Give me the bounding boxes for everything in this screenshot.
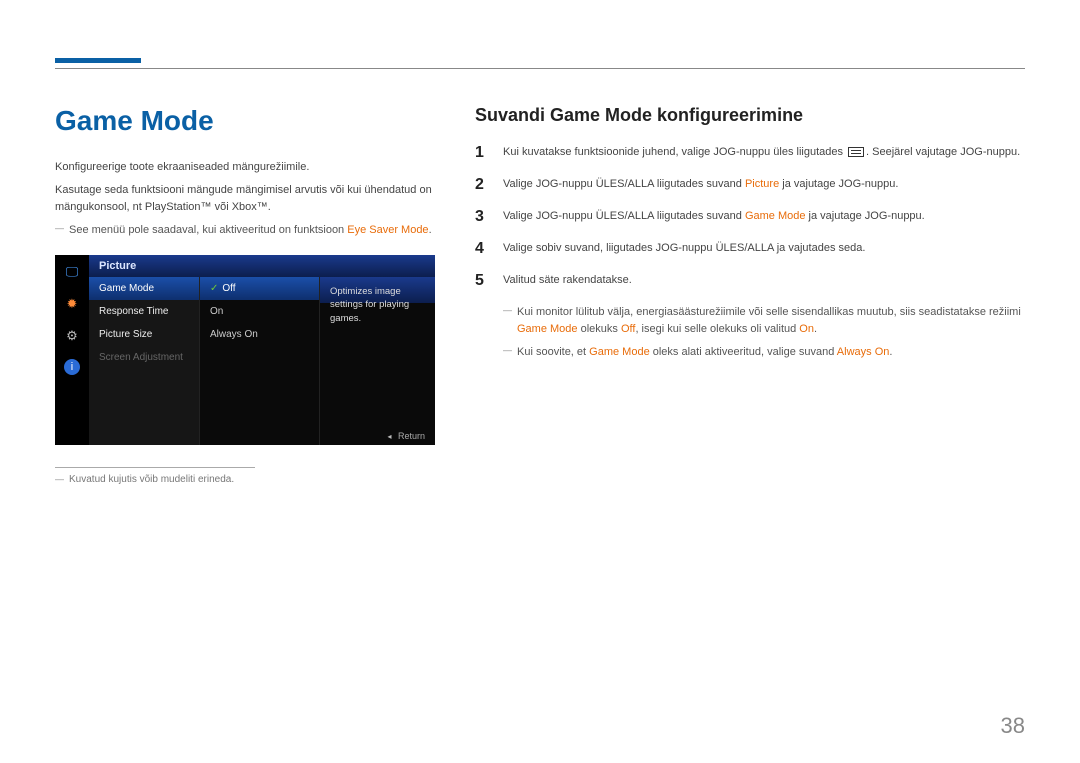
gear-icon: ⚙ xyxy=(63,327,81,345)
section-heading: Game Mode xyxy=(55,105,435,137)
step-highlight: Picture xyxy=(745,178,779,190)
osd-menu-item: Screen Adjustment xyxy=(89,346,199,369)
two-column-layout: Game Mode Konfigureerige toote ekraanise… xyxy=(55,105,1025,485)
intro-paragraph-2: Kasutage seda funktsiooni mängude mängim… xyxy=(55,182,435,216)
step-text: Valige sobiv suvand, liigutades JOG-nupp… xyxy=(503,240,1025,257)
accent-bar xyxy=(55,58,141,63)
step-3: 3 Valige JOG-nuppu ÜLES/ALLA liigutades … xyxy=(475,208,1025,226)
image-disclaimer: Kuvatud kujutis võib mudeliti erineda. xyxy=(55,474,435,485)
step-fragment: . Seejärel vajutage JOG-nuppu. xyxy=(866,146,1020,158)
step-number: 4 xyxy=(475,240,489,258)
note-highlight: Always On xyxy=(837,346,890,358)
note-highlight: On xyxy=(799,323,814,335)
osd-value-item: On xyxy=(200,300,319,323)
note-highlight: Game Mode xyxy=(589,346,650,358)
note-text-post: . xyxy=(429,224,432,236)
osd-menu-item: Game Mode xyxy=(89,277,199,300)
note-fragment: olekuks xyxy=(578,323,621,335)
document-page: Game Mode Konfigureerige toote ekraanise… xyxy=(0,0,1080,515)
osd-value-list: ✓ Off On Always On xyxy=(199,277,319,445)
osd-sidebar-icons: 🖵 ✹ ⚙ i xyxy=(55,255,89,445)
availability-note: See menüü pole saadaval, kui aktiveeritu… xyxy=(55,222,435,239)
step-number: 3 xyxy=(475,208,489,226)
note-highlight: Game Mode xyxy=(517,323,578,335)
step-fragment: Valige JOG-nuppu ÜLES/ALLA liigutades su… xyxy=(503,178,745,190)
power-off-note: Kui monitor lülitub välja, energiasäästu… xyxy=(503,304,1025,338)
osd-value-item: Always On xyxy=(200,323,319,346)
step-4: 4 Valige sobiv suvand, liigutades JOG-nu… xyxy=(475,240,1025,258)
step-fragment: Valige JOG-nuppu ÜLES/ALLA liigutades su… xyxy=(503,210,745,222)
osd-body: Picture Game Mode Response Time Picture … xyxy=(89,255,435,445)
right-notes-block: Kui monitor lülitub välja, energiasäästu… xyxy=(475,304,1025,361)
note-highlight: Off xyxy=(621,323,635,335)
step-fragment: ja vajutage JOG-nuppu. xyxy=(779,178,898,190)
osd-menu-list: Game Mode Response Time Picture Size Scr… xyxy=(89,277,199,445)
step-text: Valitud säte rakendatakse. xyxy=(503,272,1025,289)
step-number: 2 xyxy=(475,176,489,194)
info-icon: i xyxy=(64,359,80,375)
step-2: 2 Valige JOG-nuppu ÜLES/ALLA liigutades … xyxy=(475,176,1025,194)
step-text: Valige JOG-nuppu ÜLES/ALLA liigutades su… xyxy=(503,208,1025,225)
osd-value-label: Off xyxy=(222,283,235,294)
note-fragment: . xyxy=(889,346,892,358)
note-fragment: Kui soovite, et xyxy=(517,346,589,358)
osd-columns: Game Mode Response Time Picture Size Scr… xyxy=(89,277,435,445)
step-5: 5 Valitud säte rakendatakse. xyxy=(475,272,1025,290)
note-fragment: Kui monitor lülitub välja, energiasäästu… xyxy=(517,306,1021,318)
osd-footer: ◂ Return xyxy=(387,431,425,441)
subsection-heading: Suvandi Game Mode konfigureerimine xyxy=(475,105,1025,126)
steps-list: 1 Kui kuvatakse funktsioonide juhend, va… xyxy=(475,144,1025,290)
step-number: 5 xyxy=(475,272,489,290)
footnote-separator xyxy=(55,467,255,468)
step-1: 1 Kui kuvatakse funktsioonide juhend, va… xyxy=(475,144,1025,162)
note-text-pre: See menüü pole saadaval, kui aktiveeritu… xyxy=(69,224,347,236)
osd-return-label: Return xyxy=(398,431,425,441)
left-column: Game Mode Konfigureerige toote ekraanise… xyxy=(55,105,435,485)
step-text: Valige JOG-nuppu ÜLES/ALLA liigutades su… xyxy=(503,176,1025,193)
check-icon: ✓ xyxy=(210,283,218,294)
step-number: 1 xyxy=(475,144,489,162)
monitor-icon: 🖵 xyxy=(63,263,81,281)
always-on-note: Kui soovite, et Game Mode oleks alati ak… xyxy=(503,344,1025,361)
osd-menu-item: Picture Size xyxy=(89,323,199,346)
osd-screenshot: 🖵 ✹ ⚙ i Picture Game Mode Response Time … xyxy=(55,255,435,445)
right-column: Suvandi Game Mode konfigureerimine 1 Kui… xyxy=(475,105,1025,485)
intro-paragraph-1: Konfigureerige toote ekraaniseaded mängu… xyxy=(55,159,435,176)
horizontal-rule xyxy=(55,68,1025,69)
step-fragment: Kui kuvatakse funktsioonide juhend, vali… xyxy=(503,146,846,158)
step-fragment: ja vajutage JOG-nuppu. xyxy=(805,210,924,222)
note-fragment: oleks alati aktiveeritud, valige suvand xyxy=(650,346,837,358)
menu-icon xyxy=(848,147,864,157)
osd-value-item: ✓ Off xyxy=(200,277,319,300)
note-highlight: Eye Saver Mode xyxy=(347,224,428,236)
step-text: Kui kuvatakse funktsioonide juhend, vali… xyxy=(503,144,1025,161)
step-highlight: Game Mode xyxy=(745,210,806,222)
osd-info-text: Optimizes image settings for playing gam… xyxy=(319,277,435,445)
osd-tab-picture: Picture xyxy=(89,255,435,277)
note-fragment: . xyxy=(814,323,817,335)
page-number: 38 xyxy=(1001,713,1025,739)
settings-icon: ✹ xyxy=(63,295,81,313)
triangle-left-icon: ◂ xyxy=(387,432,391,441)
osd-menu-item: Response Time xyxy=(89,300,199,323)
note-fragment: , isegi kui selle olekuks oli valitud xyxy=(635,323,799,335)
